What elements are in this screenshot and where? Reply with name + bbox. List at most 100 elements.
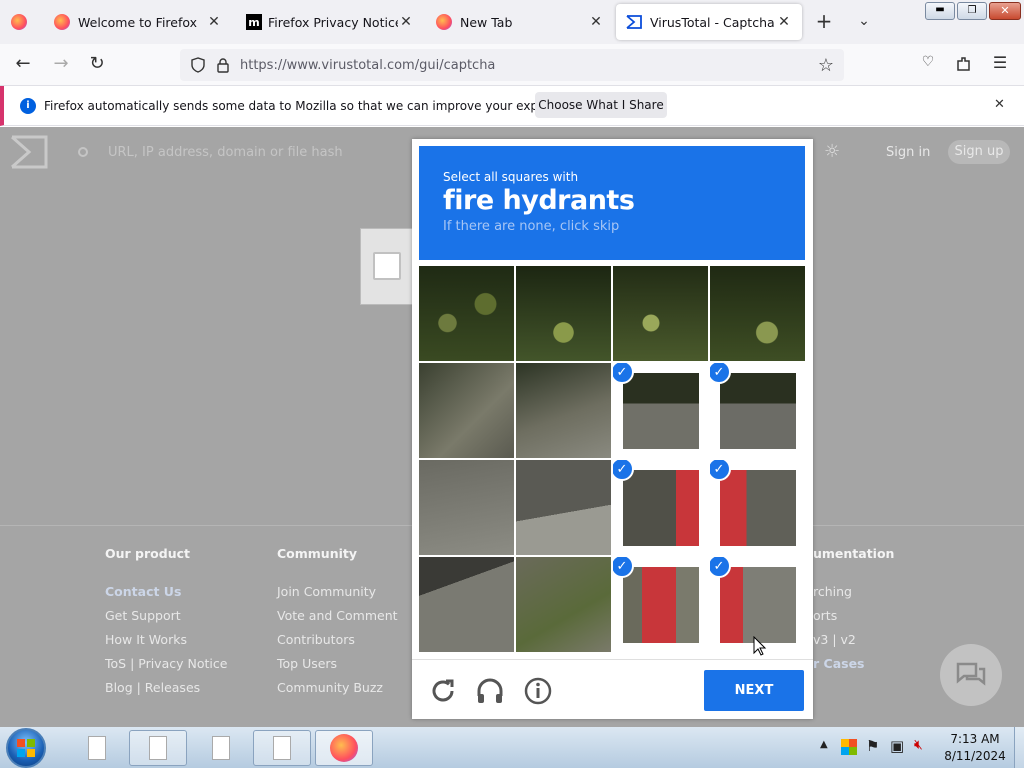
captcha-tile[interactable]: [516, 557, 611, 652]
footer-link[interactable]: Contact Us: [105, 584, 227, 608]
network-icon[interactable]: ▣: [890, 737, 904, 755]
search-input[interactable]: URL, IP address, domain or file hash: [108, 145, 343, 160]
footer-link[interactable]: Blog | Releases: [105, 680, 227, 704]
footer-link[interactable]: Join Community: [277, 584, 398, 608]
taskbar-item-document[interactable]: [253, 730, 311, 766]
list-all-tabs-button[interactable]: ⌄: [852, 10, 876, 34]
tab-privacy-notice[interactable]: m Firefox Privacy Notice — ✕: [236, 4, 424, 40]
virustotal-logo[interactable]: [10, 135, 48, 169]
captcha-tile[interactable]: ✓: [613, 557, 708, 652]
lock-icon[interactable]: [216, 57, 230, 73]
captcha-tile[interactable]: [516, 363, 611, 458]
footer-column-documentation: umentation rching orts v3 | v2 r Cases: [813, 546, 894, 680]
footer-link[interactable]: v3 | v2: [813, 632, 894, 656]
show-hidden-icons[interactable]: ▲: [820, 739, 828, 750]
firefox-icon: [436, 14, 452, 30]
minimize-button[interactable]: ▬: [925, 2, 955, 20]
footer-heading: Our product: [105, 546, 190, 561]
info-icon[interactable]: [523, 676, 553, 706]
footer-link[interactable]: Contributors: [277, 632, 398, 656]
clock[interactable]: 7:13 AM 8/11/2024: [940, 731, 1010, 765]
close-icon[interactable]: ✕: [994, 97, 1005, 112]
taskbar: ▲ ⚑ ▣ 🔇︎ 7:13 AM 8/11/2024: [0, 727, 1024, 768]
captcha-divider: [412, 659, 813, 660]
footer-link[interactable]: r Cases: [813, 656, 894, 680]
captcha-challenge: Select all squares with fire hydrants If…: [412, 139, 813, 719]
back-button[interactable]: ←: [10, 52, 36, 78]
url-text: https://www.virustotal.com/gui/captcha: [240, 57, 496, 73]
pocket-icon[interactable]: ♡: [918, 54, 938, 74]
restore-button[interactable]: ❐: [957, 2, 987, 20]
captcha-tile[interactable]: [516, 266, 611, 361]
captcha-tile-image: [419, 266, 514, 361]
start-button[interactable]: [6, 728, 46, 768]
sign-in-link[interactable]: Sign in: [886, 145, 930, 160]
footer-link[interactable]: Vote and Comment: [277, 608, 398, 632]
captcha-tile[interactable]: ✓: [613, 460, 708, 555]
footer-link[interactable]: Community Buzz: [277, 680, 398, 704]
captcha-tile[interactable]: ✓: [710, 460, 805, 555]
captcha-tile[interactable]: [419, 363, 514, 458]
headphones-icon[interactable]: [475, 676, 505, 706]
footer-link[interactable]: rching: [813, 584, 894, 608]
captcha-tile-image: [516, 363, 611, 458]
taskbar-item-firefox[interactable]: [315, 730, 373, 766]
reload-button[interactable]: ↻: [84, 52, 110, 78]
menu-icon[interactable]: ☰: [990, 53, 1010, 73]
captcha-tile[interactable]: [419, 266, 514, 361]
forward-button[interactable]: →: [48, 52, 74, 78]
chat-button[interactable]: [940, 644, 1002, 706]
volume-muted-icon[interactable]: 🔇︎: [914, 737, 923, 753]
taskbar-item-document[interactable]: [192, 730, 250, 766]
theme-toggle-icon[interactable]: ☼: [824, 141, 840, 162]
next-button[interactable]: NEXT: [704, 670, 804, 711]
captcha-tile[interactable]: [419, 557, 514, 652]
url-bar[interactable]: https://www.virustotal.com/gui/captcha ☆: [180, 49, 844, 81]
captcha-tile[interactable]: [516, 460, 611, 555]
close-window-button[interactable]: ✕: [989, 2, 1021, 20]
clock-time: 7:13 AM: [950, 732, 1000, 746]
captcha-tile[interactable]: [419, 460, 514, 555]
captcha-tile[interactable]: ✓: [710, 363, 805, 458]
captcha-tile-image: [516, 266, 611, 361]
firefox-view-button[interactable]: [6, 10, 32, 34]
footer-link[interactable]: How It Works: [105, 632, 227, 656]
extensions-icon[interactable]: [955, 55, 973, 73]
close-icon[interactable]: ✕: [588, 14, 604, 30]
show-desktop-button[interactable]: [1014, 727, 1024, 768]
footer-link[interactable]: ToS | Privacy Notice: [105, 656, 227, 680]
action-center-icon[interactable]: [841, 739, 857, 755]
recaptcha-checkbox-card: [360, 228, 420, 305]
bookmark-star-icon[interactable]: ☆: [818, 55, 834, 76]
footer-heading: Community: [277, 546, 358, 561]
captcha-tile[interactable]: [613, 266, 708, 361]
window-controls: ▬ ❐ ✕: [925, 2, 1021, 20]
choose-what-i-share-button[interactable]: Choose What I Share: [535, 92, 667, 118]
taskbar-item-document[interactable]: [129, 730, 187, 766]
captcha-hint: If there are none, click skip: [443, 219, 620, 234]
sign-up-button[interactable]: Sign up: [948, 140, 1010, 164]
close-icon[interactable]: ✕: [398, 14, 414, 30]
captcha-target: fire hydrants: [443, 185, 635, 216]
captcha-header: Select all squares with fire hydrants If…: [419, 146, 805, 260]
taskbar-item-document[interactable]: [68, 730, 126, 766]
firefox-icon: [330, 734, 358, 762]
close-icon[interactable]: ✕: [206, 14, 222, 30]
footer-link[interactable]: Top Users: [277, 656, 398, 680]
reload-icon[interactable]: [428, 676, 458, 706]
tab-welcome[interactable]: Welcome to Firefox ✕: [44, 4, 232, 40]
footer-link[interactable]: orts: [813, 608, 894, 632]
captcha-tile[interactable]: [710, 266, 805, 361]
captcha-tile[interactable]: ✓: [613, 363, 708, 458]
flag-icon[interactable]: ⚑: [866, 737, 879, 755]
new-tab-button[interactable]: +: [812, 10, 836, 34]
footer-link[interactable]: Get Support: [105, 608, 227, 632]
close-icon[interactable]: ✕: [776, 14, 792, 30]
mouse-cursor: [753, 636, 767, 656]
tab-label: VirusTotal - Captcha: [650, 14, 775, 30]
tab-virustotal-captcha[interactable]: VirusTotal - Captcha ✕: [616, 4, 802, 40]
mozilla-icon: m: [246, 14, 262, 30]
shield-icon[interactable]: [190, 57, 206, 73]
recaptcha-checkbox[interactable]: [373, 252, 401, 280]
tab-new-tab[interactable]: New Tab ✕: [426, 4, 614, 40]
